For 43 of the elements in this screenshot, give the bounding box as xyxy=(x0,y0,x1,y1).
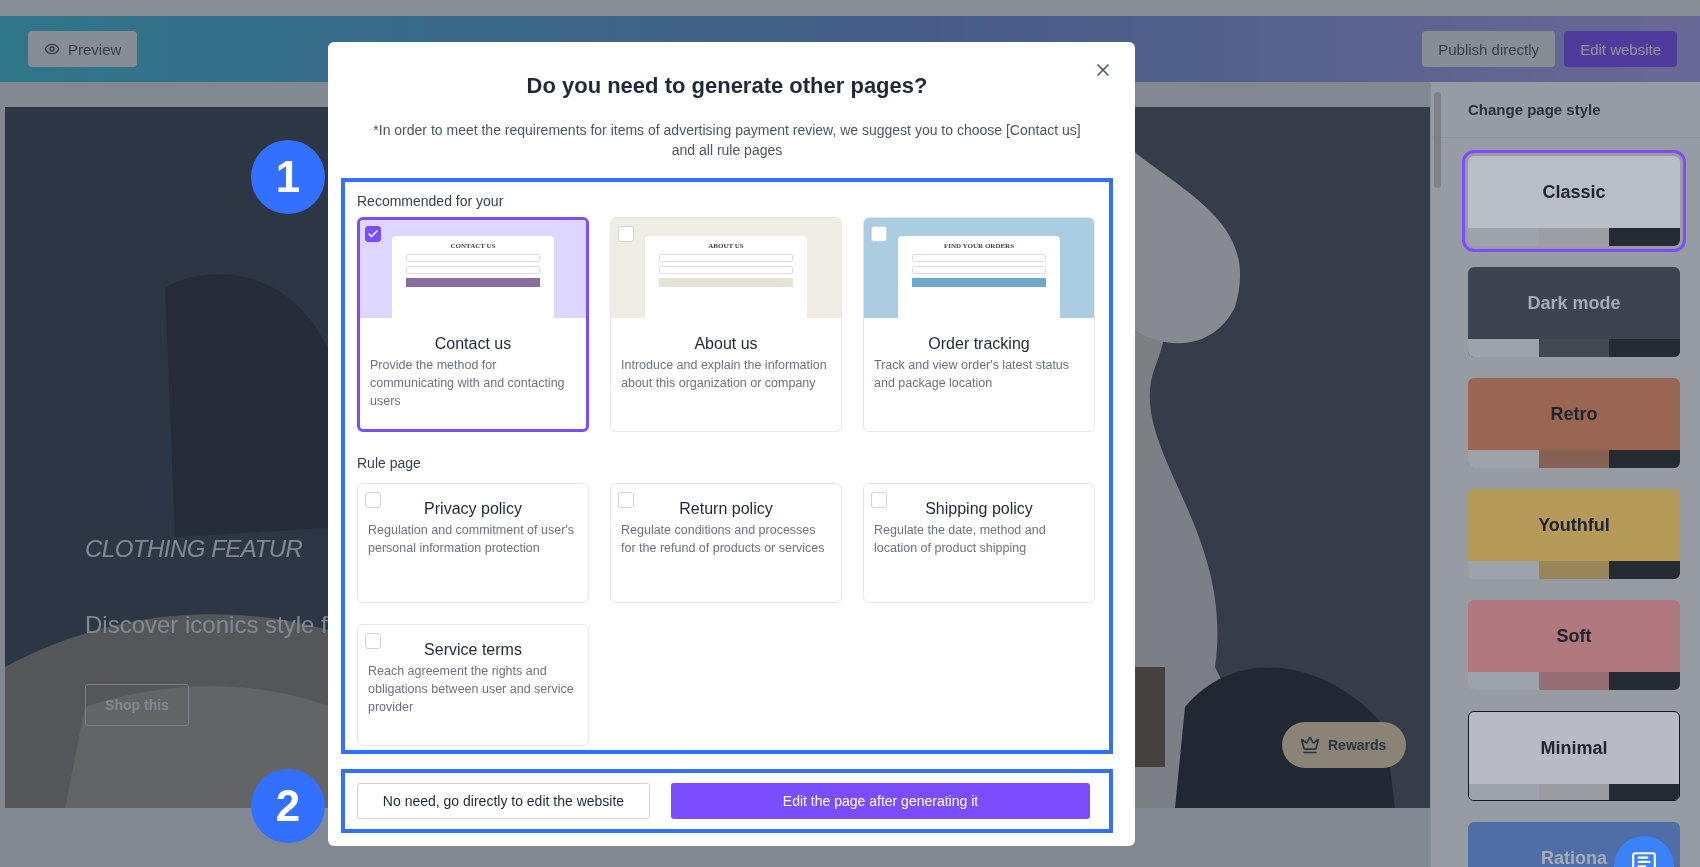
style-card[interactable]: Youthful xyxy=(1468,489,1680,579)
generate-button[interactable]: Edit the page after generating it xyxy=(671,783,1090,819)
page-option-card[interactable]: Service terms Reach agreement the rights and obligations between user and service provider xyxy=(357,624,589,746)
style-name: Classic xyxy=(1542,181,1606,203)
sidebar-title: Change page style xyxy=(1431,82,1700,138)
style-card[interactable]: Soft xyxy=(1468,600,1680,690)
dialog-note: *In order to meet the requirements for items of advertising payment review, we suggest you to choose [Contact us] and all rule pages xyxy=(372,121,1082,160)
style-name: Dark mode xyxy=(1527,292,1621,314)
page-title: About us xyxy=(693,334,759,354)
style-card[interactable]: Minimal xyxy=(1468,711,1680,801)
page-description: Regulation and commitment of user's personal information protection xyxy=(367,522,575,557)
page-option-card[interactable]: Return policy Regulate conditions and processes for the refund of products or services xyxy=(610,483,842,603)
page-description: Regulate the date, method and location of product shipping xyxy=(873,522,1047,557)
page-description: Regulate conditions and processes for the refund of products or services xyxy=(620,522,826,557)
page-title: Service terms xyxy=(423,640,523,660)
hero-headline: CLOTHING FEATUR xyxy=(85,535,303,563)
page-description: Introduce and explain the information about this organization or company xyxy=(620,357,828,392)
style-name: Retro xyxy=(1550,403,1598,425)
page-description: Reach agreement the rights and obligations between user and service provider xyxy=(367,663,575,716)
page-option-card[interactable]: Privacy policy Regulation and commitment of user's personal information protection xyxy=(357,483,589,603)
edit-website-button[interactable]: Edit website xyxy=(1564,31,1677,67)
style-name: Rationa xyxy=(1541,847,1607,867)
rewards-button[interactable]: Rewards xyxy=(1282,722,1406,768)
hero-subtitle: Discover iconics style f xyxy=(85,611,328,639)
page-description: Track and view order's latest status and package location xyxy=(873,357,1071,392)
skip-button[interactable]: No need, go directly to edit the website xyxy=(357,783,650,819)
style-name: Minimal xyxy=(1540,737,1608,759)
page-option-card[interactable]: Shipping policy Regulate the date, method and location of product shipping xyxy=(863,483,1095,603)
page-title: Return policy xyxy=(678,499,774,519)
style-name: Youthful xyxy=(1538,514,1610,536)
preview-button[interactable]: Preview xyxy=(28,31,138,67)
section-label: Recommended for your xyxy=(357,192,505,210)
style-name: Soft xyxy=(1556,625,1592,647)
page-title: Contact us xyxy=(433,334,513,354)
page-title: Shipping policy xyxy=(924,499,1034,519)
section-label: Rule page xyxy=(357,454,422,472)
page-description: Provide the method for communicating with and contacting users xyxy=(369,357,566,410)
dialog-title: Do you need to generate other pages? xyxy=(525,72,929,100)
style-card[interactable]: Retro xyxy=(1468,378,1680,468)
publish-button[interactable]: Publish directly xyxy=(1422,31,1556,67)
style-card[interactable]: Dark mode xyxy=(1468,267,1680,357)
page-title: Privacy policy xyxy=(423,499,523,519)
page-title: Order tracking xyxy=(927,334,1031,354)
